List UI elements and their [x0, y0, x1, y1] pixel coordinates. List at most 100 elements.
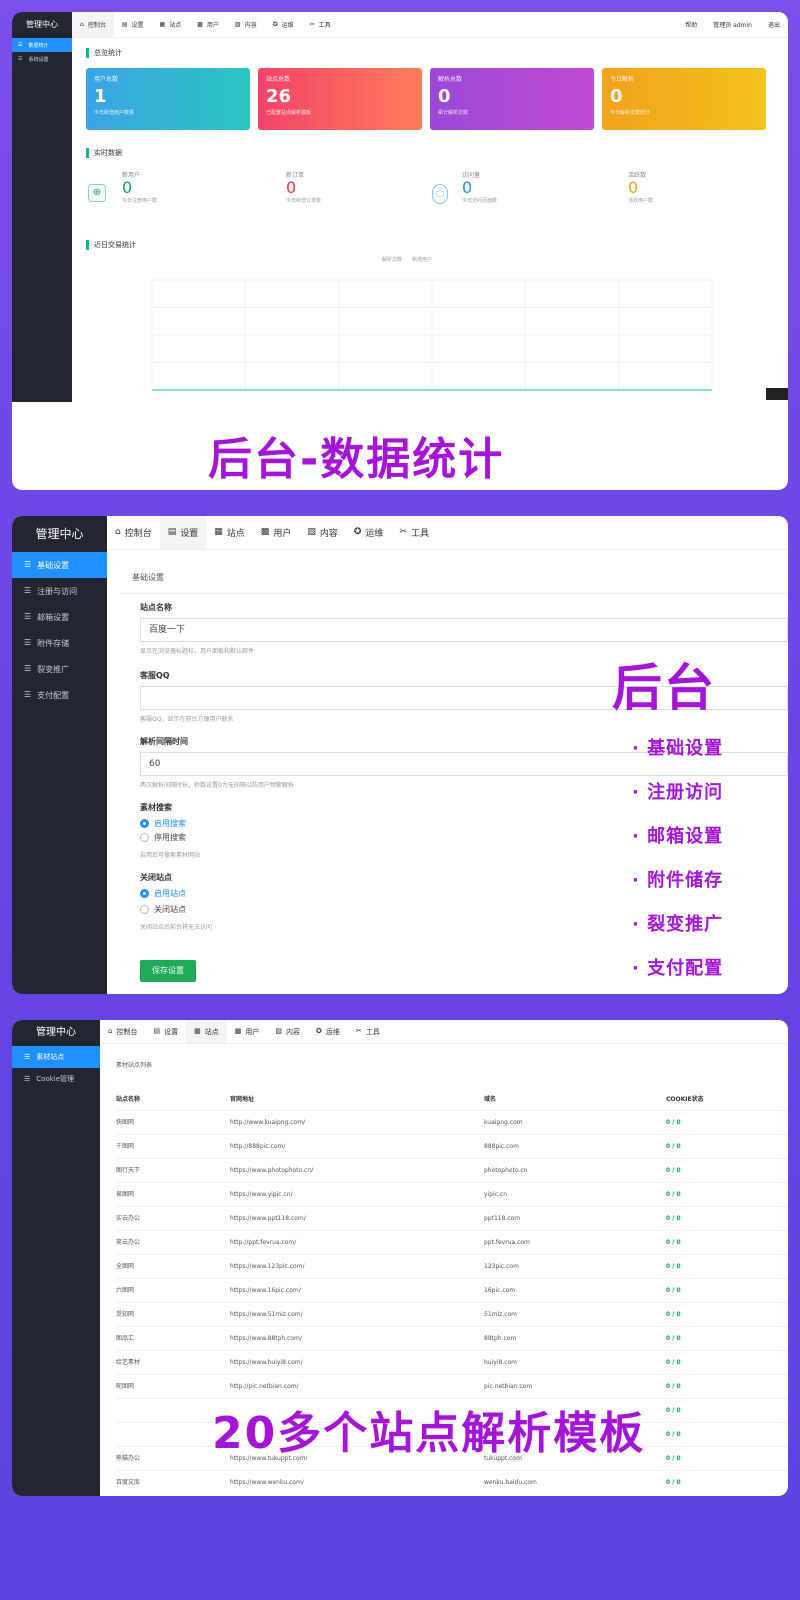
table-row[interactable]: 实云办公 https://www.ppt118.com/ppt118.com 0 /…: [116, 1206, 788, 1230]
legend-item-2[interactable]: 新增用户: [412, 256, 432, 263]
cell-domain: 888pic.com: [484, 1143, 519, 1150]
list-icon: ☰: [24, 1052, 31, 1061]
tab-tools[interactable]: ✂ 工具: [348, 1020, 388, 1043]
cell-url: https://www.wenku.com/: [230, 1479, 304, 1486]
cell-url: https://www.photophoto.cn/: [230, 1167, 314, 1174]
user-icon: ▩: [234, 1027, 242, 1035]
cell-domain: photophoto.cn: [484, 1167, 528, 1174]
tab-sites[interactable]: ▦ 站点: [206, 516, 253, 549]
cell-cookie: 0 / 0: [666, 1431, 681, 1438]
sidebar-item-1[interactable]: ☰ 注册与访问: [12, 578, 107, 604]
sidebar-item-1[interactable]: ☰ Cookie管理: [12, 1068, 100, 1090]
tab-tools[interactable]: ✂ 工具: [302, 12, 339, 37]
trend-chart: [151, 279, 713, 391]
cell-url: http://ppt.fevrua.com/: [230, 1239, 297, 1246]
tab-settings[interactable]: ▤ 设置: [114, 12, 152, 37]
section-header: 素材站点列表: [116, 1062, 153, 1069]
realtime-icon-1: ⊕: [88, 184, 106, 202]
table-row[interactable]: 绘艺素材 https://www.huiyi8.com/huiyi8.com 0 /…: [116, 1350, 788, 1374]
cell-domain: yipic.cn: [484, 1191, 508, 1198]
site-enable-radio[interactable]: 启用站点: [140, 888, 186, 899]
sidebar: 管理中心 ☰ 数据统计 ☰ 系统设置: [12, 12, 72, 402]
overview-title: 总览统计: [86, 48, 122, 58]
table-row[interactable]: 图品汇 https://www.88tph.com/88tph.com 0 / 0: [116, 1326, 788, 1350]
cell-url: https://www.16pic.com/: [230, 1287, 301, 1294]
cell-domain: 88tph.com: [484, 1335, 517, 1342]
chart-legend: 解析次数 新增用户: [382, 256, 432, 263]
feature-4: · 附件储存: [632, 870, 724, 891]
tab-sites[interactable]: ▦ 站点: [186, 1020, 227, 1043]
sidebar-item-0[interactable]: ☰ 基础设置: [12, 552, 107, 578]
table-row[interactable]: 图行天下 https://www.photophoto.cn/photophoto…: [116, 1158, 788, 1182]
feature-2: · 注册访问: [632, 782, 724, 803]
tab-settings[interactable]: ▤ 设置: [159, 516, 207, 549]
tab-ops[interactable]: ✪ 运维: [308, 1020, 348, 1043]
cell-cookie: 0 / 0: [666, 1287, 681, 1294]
close-site-label: 关闭站点: [140, 873, 172, 882]
table-row[interactable]: 易图网 https://www.yipic.cn/yipic.cn 0 / 0: [116, 1182, 788, 1206]
tab-ops[interactable]: ✪ 运维: [346, 516, 392, 549]
help-link[interactable]: 帮助: [677, 12, 705, 37]
tab-users[interactable]: ▩ 用户: [227, 1020, 268, 1043]
home-icon: ⌂: [80, 20, 84, 28]
tab-content[interactable]: ▧ 内容: [227, 12, 265, 37]
table-row[interactable]: 觅知网 https://www.51miz.com/51miz.com 0 / 0: [116, 1302, 788, 1326]
cell-domain: pic.netbian.com: [484, 1383, 533, 1390]
col-site-name: 站点名称: [116, 1096, 141, 1103]
tab-content[interactable]: ▧ 内容: [267, 1020, 308, 1043]
search-radio-label: 素材搜索: [140, 803, 172, 812]
sidebar-item-5[interactable]: ☰ 支付配置: [12, 682, 107, 708]
tab-console[interactable]: ⌂ 控制台: [100, 1020, 145, 1043]
sidebar-item-2[interactable]: ☰ 邮箱设置: [12, 604, 107, 630]
tab-users[interactable]: ▩ 用户: [189, 12, 227, 37]
cell-cookie: 0 / 0: [666, 1455, 681, 1462]
save-button[interactable]: 保存设置: [140, 960, 196, 982]
cell-name: 熊猫办公: [116, 1455, 141, 1462]
cell-cookie: 0 / 0: [666, 1383, 681, 1390]
gear-icon: ✪: [315, 1027, 322, 1035]
tab-settings[interactable]: ▤ 设置: [145, 1020, 186, 1043]
tab-sites[interactable]: ▦ 站点: [152, 12, 190, 37]
tab-console[interactable]: ⌂ 控制台: [72, 12, 114, 37]
site-name-hint: 显示在浏览器标题栏，用户面板和默认邮件: [140, 648, 255, 655]
realtime-active: 活跃数 0 活跃用户数: [628, 172, 654, 204]
table-row[interactable]: 全图网 https://www.123pic.com/123pic.com 0 / …: [116, 1254, 788, 1278]
search-enable-radio[interactable]: 启用搜索: [140, 818, 186, 829]
table-row[interactable]: 笑云办公 http://ppt.fevrua.com/ppt.fevrua.com…: [116, 1230, 788, 1254]
settings-icon: ▤: [153, 1027, 161, 1035]
table-row[interactable]: 百度文库 https://www.wenku.com/wenku.baidu.co…: [116, 1470, 788, 1494]
table-row[interactable]: 快图网 http://www.kuaipng.com/kuaipng.com 0 /…: [116, 1110, 788, 1134]
list-icon: ☰: [24, 664, 32, 673]
cell-url: http://www.kuaipng.com/: [230, 1119, 306, 1126]
sidebar-item-4[interactable]: ☰ 裂变推广: [12, 656, 107, 682]
sidebar-item-0[interactable]: ☰ 素材站点: [12, 1046, 100, 1068]
feature-3: · 邮箱设置: [632, 826, 724, 847]
search-hint: 启用后可搜索素材网站: [140, 852, 201, 859]
site-close-radio[interactable]: 关闭站点: [140, 904, 186, 915]
tab-tools[interactable]: ✂ 工具: [391, 516, 437, 549]
legend-item-1[interactable]: 解析次数: [382, 256, 402, 263]
sidebar-item-stats[interactable]: ☰ 数据统计: [12, 38, 72, 52]
tab-users[interactable]: ▩ 用户: [253, 516, 300, 549]
search-disable-radio[interactable]: 停用搜索: [140, 832, 186, 843]
tab-content[interactable]: ▧ 内容: [299, 516, 346, 549]
cell-name: 昵图网: [116, 1383, 135, 1390]
table-row[interactable]: 六图网 https://www.16pic.com/16pic.com 0 / 0: [116, 1278, 788, 1302]
tab-ops[interactable]: ✪ 运维: [265, 12, 302, 37]
realtime-visits: 访问量 0 今日访问页面数: [462, 172, 498, 204]
cell-url: https://www.88tph.com/: [230, 1335, 302, 1342]
cell-cookie: 0 / 0: [666, 1191, 681, 1198]
tab-console[interactable]: ⌂ 控制台: [107, 516, 160, 549]
dashboard-card: 管理中心 ☰ 数据统计 ☰ 系统设置 ⌂ 控制台 ▤ 设置 ▦ 站点 ▩ 用户 ▧ 内容 ✪ 运…: [12, 12, 788, 490]
cell-url: http://pic.netbian.com/: [230, 1383, 299, 1390]
logout-link[interactable]: 退出: [760, 12, 788, 37]
admin-menu[interactable]: 管理员 admin: [705, 12, 760, 37]
cell-name: 快图网: [116, 1119, 135, 1126]
cell-name: 图品汇: [116, 1335, 135, 1342]
site-name-input[interactable]: 百度一下: [140, 618, 788, 642]
sidebar-item-3[interactable]: ☰ 附件存储: [12, 630, 107, 656]
list-icon: ☰: [24, 560, 32, 569]
table-row[interactable]: 昵图网 http://pic.netbian.com/pic.netbian.co…: [116, 1374, 788, 1398]
sidebar-item-settings[interactable]: ☰ 系统设置: [12, 52, 72, 66]
table-row[interactable]: 千图网 http://888pic.com/888pic.com 0 / 0: [116, 1134, 788, 1158]
